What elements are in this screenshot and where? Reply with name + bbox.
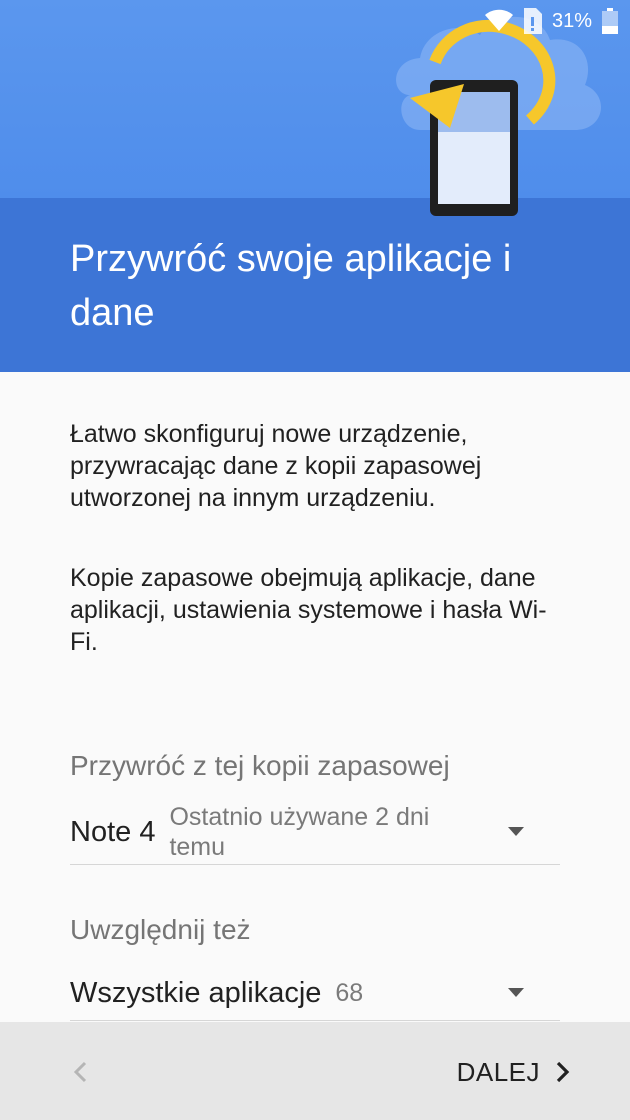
backup-dropdown[interactable]: Note 4 Ostatnio używane 2 dni temu <box>70 800 560 865</box>
chevron-right-icon <box>556 1061 570 1083</box>
backup-select-label: Przywróć z tej kopii zapasowej <box>70 750 450 781</box>
include-value: Wszystkie aplikacje <box>70 976 322 1009</box>
backup-device-name: Note 4 <box>70 815 156 848</box>
footer-nav: DALEJ <box>0 1022 630 1120</box>
page-title: Przywróć swoje aplikacje i dane <box>70 238 512 334</box>
back-button[interactable] <box>60 1052 100 1092</box>
include-app-count: 68 <box>335 978 364 1007</box>
include-dropdown[interactable]: Wszystkie aplikacje 68 <box>70 966 560 1021</box>
dropdown-arrow-icon <box>508 827 524 836</box>
battery-percent: 31% <box>551 9 592 32</box>
chevron-left-icon <box>73 1061 87 1083</box>
backup-last-used: Ostatnio używane 2 dni temu <box>169 803 430 861</box>
status-bar: 31% <box>484 6 618 36</box>
battery-icon <box>602 8 618 34</box>
dropdown-arrow-icon <box>508 988 524 997</box>
wifi-icon <box>484 9 513 31</box>
next-button[interactable]: DALEJ <box>457 1050 570 1094</box>
include-select-label: Uwzględnij też <box>70 914 251 945</box>
next-label: DALEJ <box>456 1056 540 1087</box>
backup-contents-paragraph: Kopie zapasowe obejmują aplikacje, dane … <box>70 564 547 656</box>
intro-paragraph: Łatwo skonfiguruj nowe urządzenie, przyw… <box>70 420 482 512</box>
header: 31% Przywróć swoje aplikacje i dane <box>0 0 630 372</box>
sim-icon <box>523 8 542 34</box>
